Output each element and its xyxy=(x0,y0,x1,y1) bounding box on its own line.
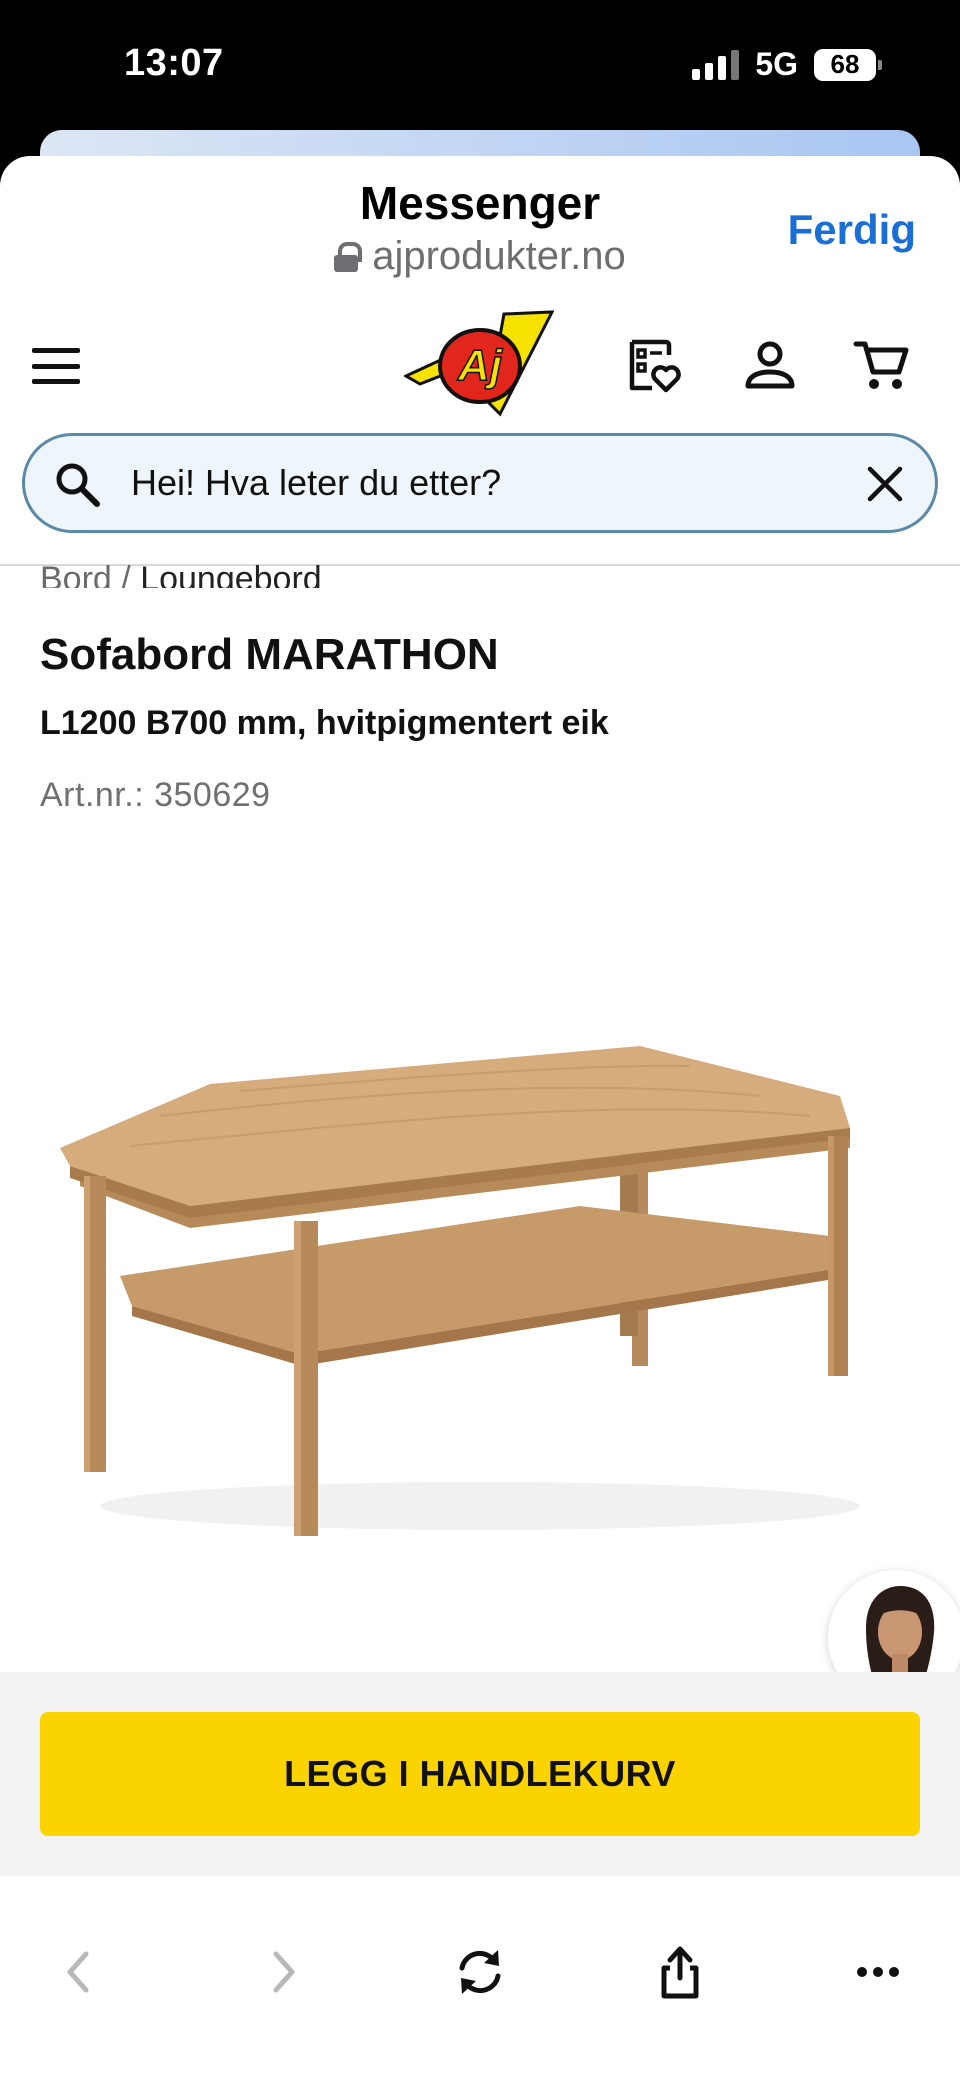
browser-bottom-toolbar xyxy=(0,1876,960,2079)
user-icon[interactable] xyxy=(740,336,800,396)
signal-icon xyxy=(692,49,740,80)
reload-icon[interactable] xyxy=(452,1944,508,2000)
svg-text:Aj: Aj xyxy=(457,341,503,390)
breadcrumb-parent[interactable]: Bord xyxy=(40,560,112,588)
battery-icon: 68 xyxy=(814,48,882,81)
site-header: Aj xyxy=(0,296,960,436)
done-button[interactable]: Ferdig xyxy=(788,206,916,254)
lock-icon xyxy=(334,241,363,272)
product-title: Sofabord MARATHON xyxy=(40,630,499,679)
article-number: Art.nr.: 350629 xyxy=(40,776,271,814)
status-time: 13:07 xyxy=(124,42,224,84)
cart-icon[interactable] xyxy=(852,336,912,396)
breadcrumb-current[interactable]: Loungebord xyxy=(140,560,322,588)
product-subtitle: L1200 B700 mm, hvitpigmentert eik xyxy=(40,704,609,742)
url-text: ajprodukter.no xyxy=(372,234,626,278)
wishlist-icon[interactable] xyxy=(624,336,684,396)
breadcrumb: Bord / Loungebord xyxy=(40,554,322,588)
browser-sheet: Messenger ajprodukter.no Ferdig Aj Hei! … xyxy=(0,156,960,2079)
close-icon[interactable] xyxy=(865,464,905,504)
browser-topbar: Messenger ajprodukter.no Ferdig xyxy=(0,156,960,296)
network-type: 5G xyxy=(755,46,798,82)
status-indicators: 5G 68 xyxy=(692,46,882,83)
breadcrumb-separator: / xyxy=(121,560,131,588)
back-icon[interactable] xyxy=(52,1944,108,2000)
search-icon xyxy=(56,463,100,507)
more-icon[interactable] xyxy=(850,1944,906,2000)
menu-icon[interactable] xyxy=(32,348,80,384)
share-icon[interactable] xyxy=(652,1944,708,2000)
search-input[interactable]: Hei! Hva leter du etter? xyxy=(22,433,938,533)
status-bar: 13:07 5G 68 xyxy=(0,0,960,130)
forward-icon[interactable] xyxy=(254,1944,310,2000)
search-placeholder: Hei! Hva leter du etter? xyxy=(131,462,502,503)
add-to-cart-button[interactable]: LEGG I HANDLEKURV xyxy=(40,1712,920,1836)
aj-logo[interactable]: Aj xyxy=(404,310,554,422)
product-image[interactable] xyxy=(40,1036,920,1556)
